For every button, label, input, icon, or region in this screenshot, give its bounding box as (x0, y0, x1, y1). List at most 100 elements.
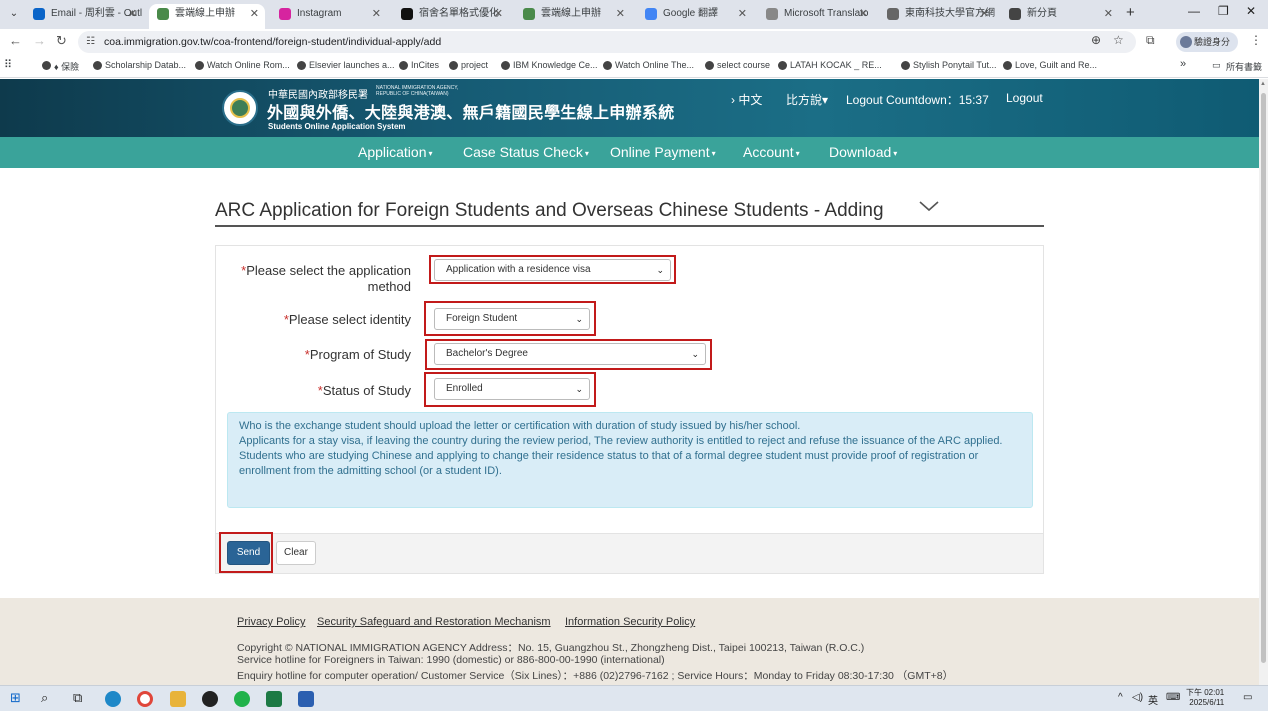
close-tab-icon[interactable]: ✕ (494, 4, 503, 24)
font-size-dropdown[interactable]: 比方說▾ (786, 91, 828, 108)
tab-search-icon[interactable]: ⌄ (4, 5, 24, 23)
nav-application[interactable]: Application ▾ (358, 144, 433, 160)
tab-title: Instagram (297, 8, 342, 19)
nav-case-status-check[interactable]: Case Status Check ▾ (463, 144, 589, 160)
scrollbar-thumb[interactable] (1261, 93, 1266, 663)
bookmark-item[interactable]: Watch Online The... (603, 60, 694, 70)
tab-title: 雲端線上申辦 (175, 8, 235, 19)
bookmark-label: LATAH KOCAK _ RE... (790, 60, 882, 70)
send-button[interactable]: Send (227, 541, 270, 565)
browser-tab[interactable]: Microsoft Translato ✕ (758, 4, 874, 29)
browser-tab[interactable]: 雲端線上申辦 ✕ (515, 4, 631, 29)
nav-download[interactable]: Download ▾ (829, 144, 897, 160)
page-scrollbar[interactable] (1259, 79, 1268, 685)
reload-icon[interactable]: ↻ (56, 33, 67, 49)
search-icon[interactable]: ⌕ (41, 690, 48, 706)
edge-icon[interactable] (105, 691, 121, 707)
close-tab-icon[interactable]: ✕ (980, 4, 989, 24)
restore-icon[interactable]: ❐ (1218, 4, 1229, 18)
browser-tab[interactable]: 新分頁 ✕ (1001, 4, 1119, 29)
profile-button[interactable]: 驗證身分 (1176, 32, 1238, 52)
forward-icon[interactable]: → (33, 33, 46, 48)
information-security-link[interactable]: Information Security Policy (565, 616, 695, 628)
notice-line: Students who are studying Chinese and ap… (239, 450, 979, 477)
status-of-study-select[interactable]: Enrolled ⌄ (434, 378, 590, 400)
chat-app-icon[interactable] (202, 691, 218, 707)
bookmark-item[interactable]: Scholarship Datab... (93, 60, 186, 70)
security-safeguard-link[interactable]: Security Safeguard and Restoration Mecha… (317, 616, 551, 628)
new-tab-button[interactable]: + (1126, 4, 1135, 21)
bookmark-item[interactable]: ♦ 保險 (42, 60, 79, 73)
copyright-text: Copyright © NATIONAL IMMIGRATION AGENCY … (237, 642, 865, 654)
bookmark-item[interactable]: Watch Online Rom... (195, 60, 290, 70)
method-label: *Please select the application method (241, 263, 411, 294)
notice-line: Applicants for a stay visa, if leaving t… (239, 435, 1003, 447)
bookmark-item[interactable]: project (449, 60, 488, 70)
close-tab-icon[interactable]: ✕ (1104, 4, 1113, 24)
close-tab-icon[interactable]: ✕ (372, 4, 381, 24)
folder-icon: ▭ (1212, 60, 1221, 70)
volume-icon[interactable]: ◁) (1132, 692, 1143, 703)
system-clock[interactable]: 下午 02:01 2025/6/11 (1186, 688, 1224, 708)
privacy-policy-link[interactable]: Privacy Policy (237, 616, 305, 628)
address-bar[interactable]: ☷ coa.immigration.gov.tw/coa-frontend/fo… (78, 31, 1136, 53)
word-icon[interactable] (298, 691, 314, 707)
all-bookmarks-folder[interactable]: ▭ 所有書籤 (1212, 60, 1262, 73)
language-switch-link[interactable]: › 中文 (731, 91, 762, 108)
nav-online-payment[interactable]: Online Payment ▾ (610, 144, 716, 160)
logout-link[interactable]: Logout (1006, 91, 1043, 105)
chrome-icon[interactable] (137, 691, 153, 707)
zoom-icon[interactable]: ⊕ (1091, 33, 1101, 47)
close-tab-icon[interactable]: ✕ (616, 4, 625, 24)
clear-button[interactable]: Clear (276, 541, 316, 565)
identity-select[interactable]: Foreign Student ⌄ (434, 308, 590, 330)
browser-tab[interactable]: Google 翻譯 ✕ (637, 4, 753, 29)
gov-seal-icon (157, 8, 169, 20)
site-info-icon[interactable]: ☷ (86, 36, 95, 47)
browser-tab[interactable]: 宿舍名單格式優化 ✕ (393, 4, 509, 29)
nav-account[interactable]: Account ▾ (743, 144, 800, 160)
back-icon[interactable]: ← (9, 33, 22, 48)
application-method-select[interactable]: Application with a residence visa ⌄ (434, 259, 671, 281)
browser-tab[interactable]: Email - 周利雲 - Outl ✕ (25, 4, 143, 29)
bookmarks-overflow-icon[interactable]: » (1180, 58, 1186, 70)
browser-tab[interactable]: 東南科技大學官方網 ✕ (879, 4, 995, 29)
bookmark-label: Scholarship Datab... (105, 60, 187, 70)
browser-tab[interactable]: 雲端線上申辦 ✕ (149, 4, 265, 29)
line-icon[interactable] (234, 691, 250, 707)
bookmark-item[interactable]: InCites (399, 60, 439, 70)
program-of-study-select[interactable]: Bachelor's Degree ⌄ (434, 343, 706, 365)
excel-icon[interactable] (266, 691, 282, 707)
close-tab-icon[interactable]: ✕ (738, 4, 747, 24)
chevron-down-icon[interactable] (918, 198, 940, 214)
apps-icon[interactable]: ⠿ (4, 58, 12, 71)
bookmark-item[interactable]: Stylish Ponytail Tut... (901, 60, 997, 70)
close-tab-icon[interactable]: ✕ (859, 4, 868, 24)
keyboard-icon[interactable]: ⌨ (1166, 692, 1180, 703)
bookmark-star-icon[interactable]: ☆ (1113, 33, 1124, 47)
bookmark-favicon-icon (1003, 61, 1012, 70)
enquiry-text: Enquiry hotline for computer operation/ … (237, 670, 954, 682)
bookmark-item[interactable]: Elsevier launches a... (297, 60, 395, 70)
bookmark-item[interactable]: select course (705, 60, 770, 70)
browser-tab[interactable]: Instagram ✕ (271, 4, 387, 29)
ime-indicator[interactable]: 英 (1148, 692, 1158, 707)
windows-start-icon[interactable]: ⊞ (10, 690, 21, 706)
bookmark-item[interactable]: LATAH KOCAK _ RE... (778, 60, 882, 70)
scroll-up-arrow-icon[interactable]: ▲ (1260, 81, 1266, 87)
bookmark-item[interactable]: IBM Knowledge Ce... (501, 60, 598, 70)
bookmark-item[interactable]: Love, Guilt and Re... (1003, 60, 1097, 70)
task-view-icon[interactable]: ⧉ (73, 690, 82, 706)
agency-emblem-logo[interactable] (222, 90, 258, 126)
close-tab-icon[interactable]: ✕ (250, 4, 259, 24)
chrome-icon (1009, 8, 1021, 20)
file-explorer-icon[interactable] (170, 691, 186, 707)
tray-overflow-icon[interactable]: ^ (1118, 692, 1123, 703)
close-window-icon[interactable]: ✕ (1246, 4, 1256, 18)
instagram-icon (279, 8, 291, 20)
close-tab-icon[interactable]: ✕ (128, 4, 137, 24)
browser-menu-icon[interactable]: ⋮ (1250, 33, 1262, 47)
extensions-icon[interactable]: ⧉ (1146, 33, 1155, 48)
notifications-icon[interactable]: ▭ (1243, 692, 1252, 703)
minimize-icon[interactable]: — (1188, 4, 1200, 18)
